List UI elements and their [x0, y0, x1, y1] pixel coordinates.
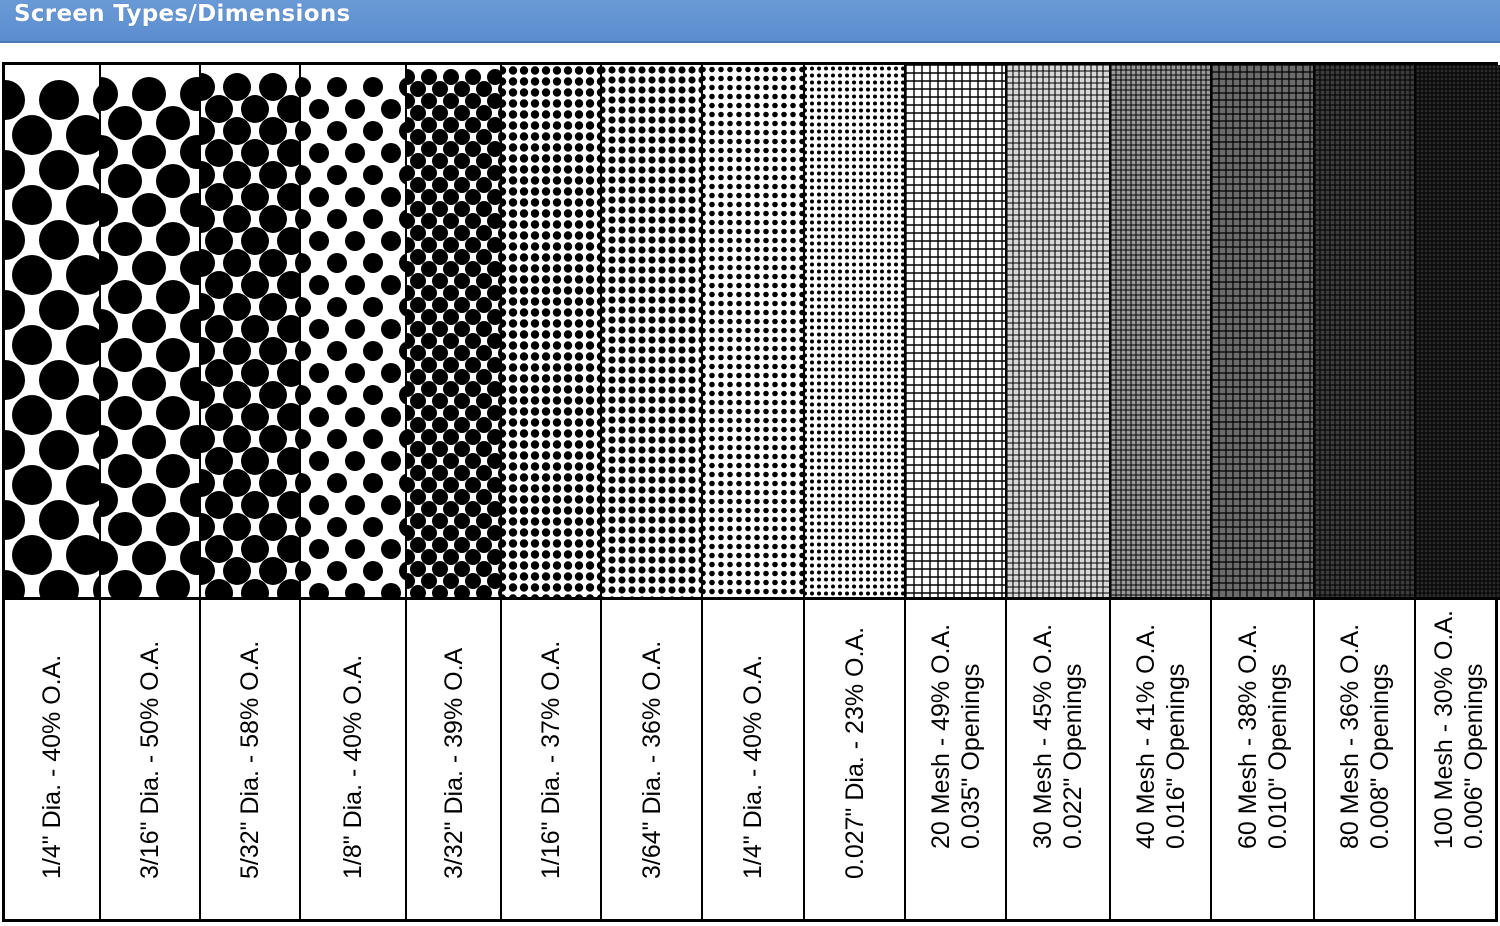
- screen-swatch-40-mesh: [1111, 65, 1212, 600]
- screen-label: 0.027" Dia. - 23% O.A.: [840, 626, 869, 879]
- title-bar: Screen Types/Dimensions: [0, 0, 1500, 43]
- screen-swatch-100-mesh: [1416, 65, 1500, 600]
- screen-swatch-80-mesh: [1315, 65, 1416, 600]
- screen-openings-label: 0.010" Openings: [1263, 663, 1292, 849]
- screen-label-cell: 60 Mesh - 38% O.A. 0.010" Openings: [1212, 600, 1315, 919]
- screen-label: 40 Mesh - 41% O.A.: [1131, 623, 1160, 849]
- screen-swatch-20-mesh: [906, 65, 1007, 600]
- screen-label: 1/8" Dia. - 40% O.A.: [339, 654, 367, 879]
- screen-openings-label: 0.022" Openings: [1059, 663, 1087, 849]
- screen-label: 60 Mesh - 38% O.A.: [1233, 623, 1262, 849]
- screen-label-cell: 40 Mesh - 41% O.A. 0.016" Openings: [1111, 600, 1212, 919]
- screen-swatch-3-64-dia: [602, 65, 703, 600]
- screen-label-cell: 1/8" Dia. - 40% O.A.: [301, 600, 407, 919]
- screen-label: 3/64" Dia. - 36% O.A.: [637, 640, 666, 879]
- page-title: Screen Types/Dimensions: [14, 1, 351, 27]
- screen-openings-label: 0.016" Openings: [1161, 663, 1190, 849]
- screen-label-cell: 3/32" Dia. - 39% O.A: [407, 600, 502, 919]
- screen-label-cell: 80 Mesh - 36% O.A. 0.008" Openings: [1315, 600, 1416, 919]
- screen-label-cell: 30 Mesh - 45% O.A. 0.022" Openings: [1007, 600, 1111, 919]
- screen-label-cell: 1/4" Dia. - 40% O.A.: [5, 600, 101, 919]
- screen-label: 20 Mesh - 49% O.A.: [926, 623, 955, 849]
- screen-swatch-5-32-dia: [201, 65, 301, 600]
- screen-label: 1/16" Dia. - 37% O.A.: [537, 640, 565, 879]
- screen-types-table: 1/4" Dia. - 40% O.A. 3/16" Dia. - 50% O.…: [2, 62, 1500, 922]
- screen-label: 100 Mesh - 30% O.A.: [1429, 609, 1458, 849]
- screen-swatch-3-32-dia: [407, 65, 502, 600]
- screen-swatch-60-mesh: [1212, 65, 1315, 600]
- screen-label: 30 Mesh - 45% O.A.: [1029, 623, 1057, 849]
- screen-swatch-1-4-dia-fine: [703, 65, 805, 600]
- screen-swatch-1-8-dia: [301, 65, 407, 600]
- screen-label-cell: 5/32" Dia. - 58% O.A.: [201, 600, 301, 919]
- screen-label: 1/4" Dia. - 40% O.A.: [38, 654, 66, 879]
- screen-label-cell: 1/4" Dia. - 40% O.A.: [703, 600, 805, 919]
- screen-label: 3/16" Dia. - 50% O.A.: [136, 640, 164, 879]
- screen-label-cell: 3/16" Dia. - 50% O.A.: [101, 600, 201, 919]
- screen-swatch-30-mesh: [1007, 65, 1111, 600]
- screen-label-cell: 20 Mesh - 49% O.A. 0.035" Openings: [906, 600, 1007, 919]
- screen-label: 3/32" Dia. - 39% O.A: [439, 647, 468, 879]
- screen-openings-label: 0.008" Openings: [1365, 663, 1394, 849]
- screen-label-cell: 1/16" Dia. - 37% O.A.: [502, 600, 602, 919]
- screen-openings-label: 0.035" Openings: [956, 663, 985, 849]
- screen-label: 5/32" Dia. - 58% O.A.: [236, 640, 264, 879]
- screen-swatch-1-4-dia: [5, 65, 101, 600]
- screen-label: 80 Mesh - 36% O.A.: [1335, 623, 1364, 849]
- screen-label-cell: 0.027" Dia. - 23% O.A.: [805, 600, 906, 919]
- screen-label-cell: 3/64" Dia. - 36% O.A.: [602, 600, 703, 919]
- screen-swatch-1-16-dia: [502, 65, 602, 600]
- screen-swatch-0-027-dia: [805, 65, 906, 600]
- screen-openings-label: 0.006" Openings: [1459, 663, 1488, 849]
- screen-label-cell: 100 Mesh - 30% O.A. 0.006" Openings: [1416, 600, 1500, 919]
- screen-swatch-3-16-dia: [101, 65, 201, 600]
- screen-label: 1/4" Dia. - 40% O.A.: [739, 654, 767, 879]
